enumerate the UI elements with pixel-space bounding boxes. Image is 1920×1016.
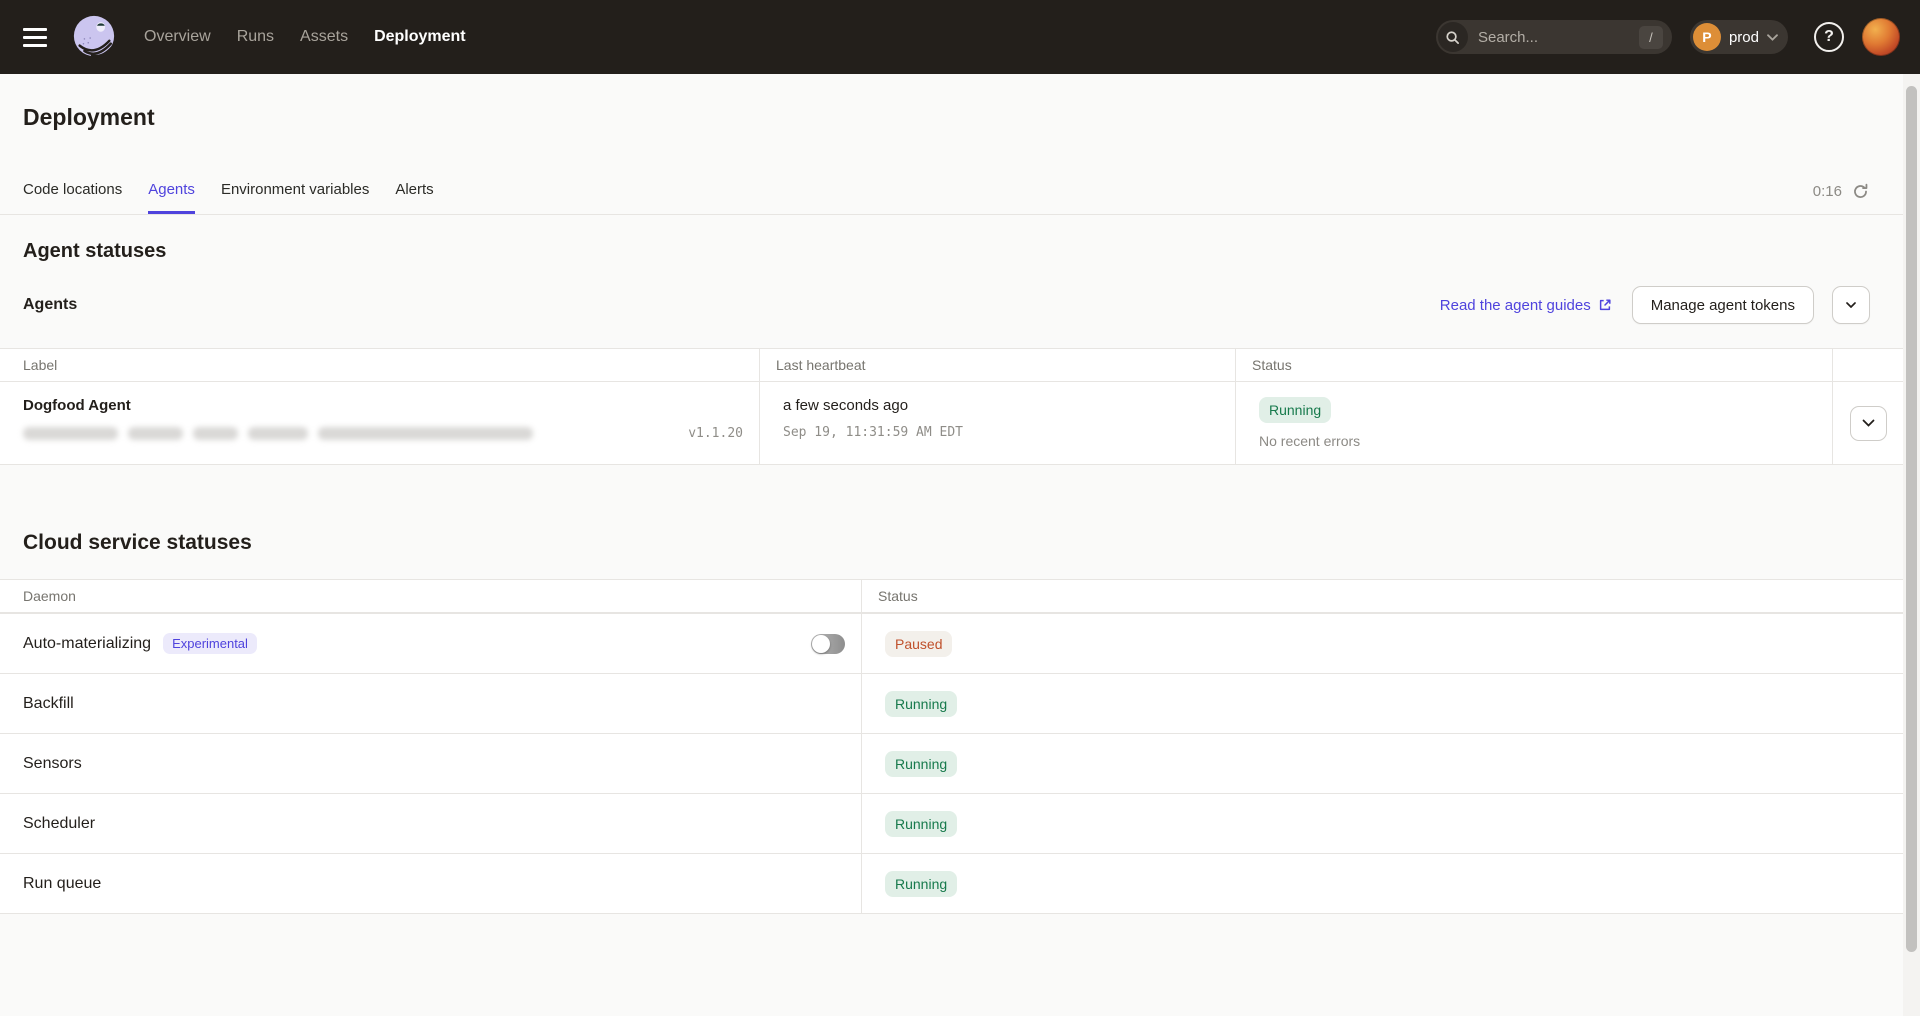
daemon-status-badge: Paused: [885, 631, 952, 657]
dagster-logo-icon[interactable]: [71, 14, 117, 60]
agents-subheading: Agents: [23, 296, 77, 314]
chevron-down-icon: [1767, 34, 1778, 41]
help-icon[interactable]: ?: [1814, 22, 1844, 52]
agent-statuses-heading: Agent statuses: [23, 239, 1903, 263]
agents-table-header: Label Last heartbeat Status: [0, 349, 1903, 382]
agent-row: Dogfood Agent v1.1.20 a few seconds ago …: [0, 382, 1903, 464]
column-header-status: Status: [862, 580, 1903, 613]
daemon-row-backfill: Backfill Running: [0, 673, 1903, 733]
manage-agent-tokens-button[interactable]: Manage agent tokens: [1632, 286, 1814, 324]
search-placeholder: Search...: [1478, 29, 1538, 46]
main-content: Deployment Code locations Agents Environ…: [0, 74, 1920, 1016]
chevron-down-icon: [1862, 419, 1875, 427]
primary-nav: Overview Runs Assets Deployment: [144, 28, 466, 46]
daemon-status-badge: Running: [885, 751, 957, 777]
org-switcher[interactable]: P prod: [1690, 20, 1788, 54]
heartbeat-relative: a few seconds ago: [783, 397, 1219, 414]
nav-item-deployment[interactable]: Deployment: [374, 28, 466, 46]
agent-guides-link[interactable]: Read the agent guides: [1440, 297, 1612, 314]
cloud-table-header: Daemon Status: [0, 580, 1903, 613]
nav-item-overview[interactable]: Overview: [144, 28, 211, 46]
refresh-timer: 0:16: [1813, 183, 1842, 200]
external-link-icon: [1598, 298, 1612, 312]
agent-status-badge: Running: [1259, 397, 1331, 423]
daemon-name: Sensors: [23, 755, 82, 773]
agent-id-redacted: [23, 427, 533, 440]
tab-agents[interactable]: Agents: [148, 171, 195, 214]
refresh-icon[interactable]: [1852, 183, 1869, 200]
agent-status-note: No recent errors: [1259, 433, 1816, 449]
daemon-row-scheduler: Scheduler Running: [0, 793, 1903, 853]
daemon-name: Run queue: [23, 875, 101, 893]
tab-environment-variables[interactable]: Environment variables: [221, 171, 369, 214]
agents-table: Label Last heartbeat Status Dogfood Agen…: [0, 348, 1903, 465]
auto-materializing-toggle[interactable]: [811, 634, 845, 654]
deployment-tabs: Code locations Agents Environment variab…: [0, 171, 1903, 215]
cloud-service-statuses-heading: Cloud service statuses: [23, 531, 1903, 555]
top-navbar: Overview Runs Assets Deployment Search..…: [0, 0, 1920, 74]
daemon-status-badge: Running: [885, 871, 957, 897]
agent-guides-link-label: Read the agent guides: [1440, 297, 1591, 314]
column-header-label: Label: [0, 349, 760, 382]
agent-tokens-menu-button[interactable]: [1832, 286, 1870, 324]
search-input[interactable]: Search... /: [1436, 20, 1672, 54]
daemon-name: Scheduler: [23, 815, 95, 833]
org-avatar: P: [1693, 23, 1721, 51]
column-header-status: Status: [1236, 349, 1833, 382]
scrollbar-thumb[interactable]: [1906, 86, 1917, 952]
agent-row-expand-button[interactable]: [1850, 406, 1887, 441]
agent-version: v1.1.20: [688, 426, 743, 441]
daemon-row-auto-materializing: Auto-materializing Experimental Paused: [0, 613, 1903, 673]
tab-alerts[interactable]: Alerts: [395, 171, 433, 214]
daemon-status-badge: Running: [885, 691, 957, 717]
daemon-row-run-queue: Run queue Running: [0, 853, 1903, 913]
daemon-name: Backfill: [23, 695, 74, 713]
daemon-name: Auto-materializing: [23, 635, 151, 653]
daemon-status-badge: Running: [885, 811, 957, 837]
nav-item-assets[interactable]: Assets: [300, 28, 348, 46]
agent-name: Dogfood Agent: [23, 397, 743, 414]
daemon-row-sensors: Sensors Running: [0, 733, 1903, 793]
hamburger-menu-icon[interactable]: [23, 28, 47, 47]
cloud-services-table: Daemon Status Auto-materializing Experim…: [0, 579, 1903, 914]
column-header-daemon: Daemon: [0, 580, 862, 613]
nav-item-runs[interactable]: Runs: [237, 28, 274, 46]
search-icon: [1438, 22, 1468, 52]
user-avatar[interactable]: [1862, 18, 1900, 56]
column-header-actions: [1833, 349, 1903, 382]
column-header-last-heartbeat: Last heartbeat: [760, 349, 1236, 382]
page-title: Deployment: [0, 74, 1903, 131]
caret-down-icon: [1846, 302, 1856, 308]
tab-code-locations[interactable]: Code locations: [23, 171, 122, 214]
experimental-badge: Experimental: [163, 633, 257, 654]
heartbeat-absolute: Sep 19, 11:31:59 AM EDT: [783, 425, 1219, 440]
vertical-scrollbar[interactable]: [1903, 74, 1920, 1016]
org-name: prod: [1729, 29, 1759, 46]
search-shortcut-key: /: [1639, 26, 1663, 49]
